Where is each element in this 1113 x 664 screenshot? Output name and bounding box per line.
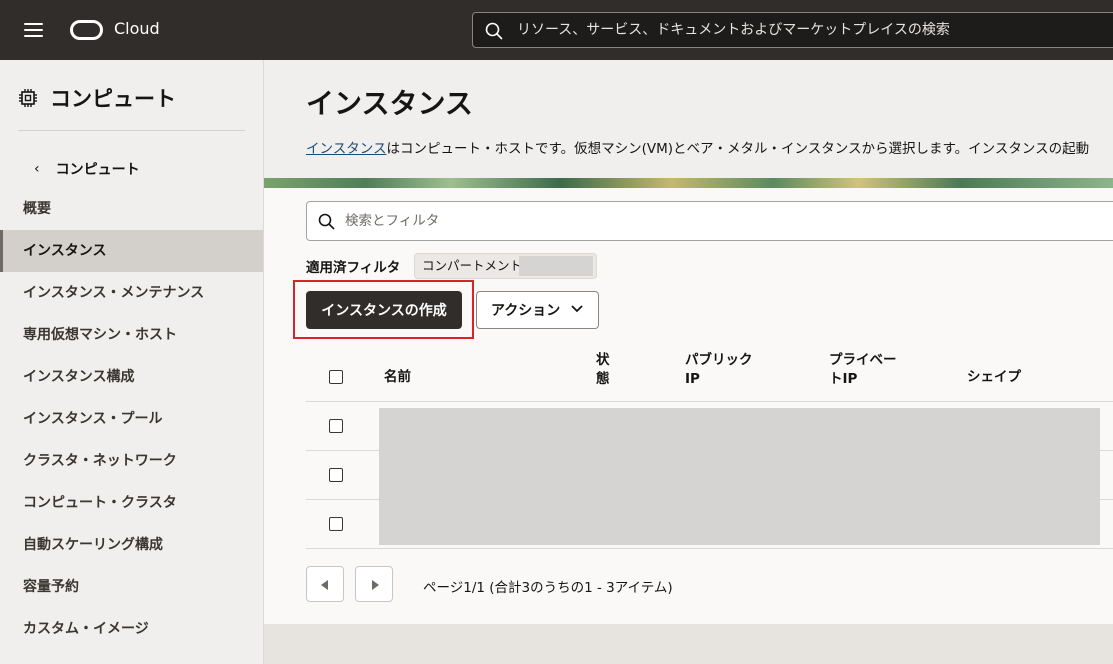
column-state-line2: 態: [596, 371, 610, 387]
redacted-compartment-name: [519, 256, 593, 276]
table-header: 名前 状 態 パブリック IP プライベー トIP シェイプ: [306, 351, 1113, 402]
column-public-ip-line1: パブリック: [685, 352, 753, 368]
search-icon: [318, 213, 335, 230]
sidebar-back-link[interactable]: ‹ コンピュート: [34, 159, 140, 179]
decorative-banner: [264, 178, 1113, 188]
row-checkbox[interactable]: [329, 468, 343, 482]
instances-panel: 適用済フィルタ コンパートメント インスタンスの作成 アクション 名前 状 態 …: [264, 188, 1113, 624]
applied-filters-label: 適用済フィルタ: [306, 260, 401, 276]
global-search-input[interactable]: [517, 13, 1097, 47]
row-checkbox[interactable]: [329, 517, 343, 531]
sidebar-item-instances[interactable]: インスタンス: [0, 230, 263, 272]
menu-icon[interactable]: [24, 23, 43, 37]
redacted-table-content: [379, 408, 1100, 545]
sidebar-item-autoscaling-configurations[interactable]: 自動スケーリング構成: [0, 524, 263, 566]
description-text: はコンピュート・ホストです。仮想マシン(VM)とベア・メタル・インスタンスから選…: [386, 141, 1090, 157]
sidebar-item-capacity-reservations[interactable]: 容量予約: [0, 566, 263, 608]
top-navigation-bar: Cloud: [0, 0, 1113, 60]
actions-label: アクション: [491, 303, 561, 319]
chevron-down-icon: [571, 305, 583, 313]
select-all-checkbox[interactable]: [329, 370, 343, 384]
search-icon: [485, 22, 503, 40]
sidebar: コンピュート ‹ コンピュート 概要 インスタンス インスタンス・メンテナンス …: [0, 60, 264, 664]
sidebar-title: コンピュート: [50, 87, 176, 111]
instances-doc-link[interactable]: インスタンス: [306, 141, 386, 157]
column-private-ip-line1: プライベー: [829, 352, 897, 368]
main-content: インスタンス インスタンスはコンピュート・ホストです。仮想マシン(VM)とベア・…: [264, 60, 1113, 664]
sidebar-header: コンピュート: [18, 83, 176, 113]
column-private-ip[interactable]: プライベー トIP: [829, 351, 897, 389]
sidebar-item-compute-clusters[interactable]: コンピュート・クラスタ: [0, 482, 263, 524]
page-title: インスタンス: [306, 87, 473, 120]
global-search[interactable]: [472, 12, 1113, 48]
sidebar-menu: 概要 インスタンス インスタンス・メンテナンス 専用仮想マシン・ホスト インスタ…: [0, 188, 263, 650]
brand-name: Cloud: [114, 19, 160, 38]
sidebar-item-instance-configurations[interactable]: インスタンス構成: [0, 356, 263, 398]
sidebar-item-dedicated-vm-hosts[interactable]: 専用仮想マシン・ホスト: [0, 314, 263, 356]
sidebar-item-custom-images[interactable]: カスタム・イメージ: [0, 608, 263, 650]
triangle-left-icon: [321, 580, 328, 590]
column-public-ip-line2: IP: [685, 371, 700, 387]
column-state-line1: 状: [596, 352, 610, 368]
compartment-filter-label: コンパートメント: [422, 258, 523, 273]
column-private-ip-line2: トIP: [829, 371, 858, 387]
compartment-filter-chip[interactable]: コンパートメント: [414, 253, 597, 279]
cpu-chip-icon: [19, 89, 37, 107]
oracle-logo-icon[interactable]: [70, 20, 103, 40]
sidebar-item-cluster-networks[interactable]: クラスタ・ネットワーク: [0, 440, 263, 482]
previous-page-button[interactable]: [306, 566, 344, 602]
actions-dropdown-button[interactable]: アクション: [476, 291, 599, 329]
column-shape[interactable]: シェイプ: [967, 368, 1021, 387]
column-public-ip[interactable]: パブリック IP: [685, 351, 753, 389]
row-checkbox[interactable]: [329, 419, 343, 433]
next-page-button[interactable]: [355, 566, 393, 602]
sidebar-back-label: コンピュート: [55, 162, 140, 178]
search-filter[interactable]: [306, 201, 1113, 241]
pagination-status: ページ1/1 (合計3のうちの1 - 3アイテム): [423, 580, 673, 596]
sidebar-item-overview[interactable]: 概要: [0, 188, 263, 230]
sidebar-item-instance-maintenance[interactable]: インスタンス・メンテナンス: [0, 272, 263, 314]
footer-background: [264, 624, 1113, 664]
column-state[interactable]: 状 態: [596, 351, 610, 389]
sidebar-divider: [18, 130, 245, 131]
sidebar-item-instance-pools[interactable]: インスタンス・プール: [0, 398, 263, 440]
triangle-right-icon: [372, 580, 379, 590]
column-name[interactable]: 名前: [384, 368, 411, 387]
chevron-left-icon: ‹: [34, 161, 40, 177]
page-description: インスタンスはコンピュート・ホストです。仮想マシン(VM)とベア・メタル・インス…: [306, 137, 1089, 157]
search-filter-input[interactable]: [345, 202, 845, 240]
create-instance-button[interactable]: インスタンスの作成: [306, 291, 462, 329]
